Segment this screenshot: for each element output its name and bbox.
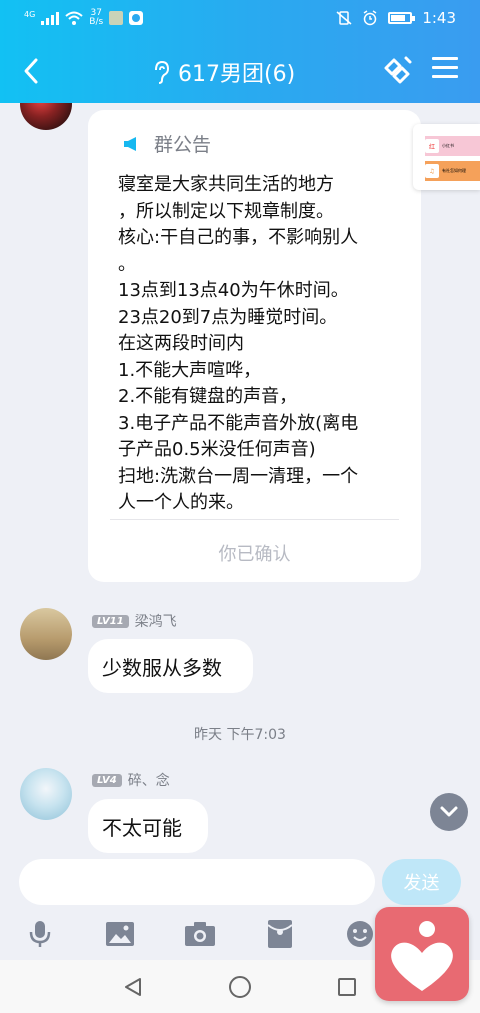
avatar[interactable] [20,608,72,660]
status-left: 4G 37 B/s [24,9,144,27]
input-bar: 发送 [0,855,480,910]
red-packet-icon[interactable] [260,916,300,952]
message-input[interactable] [19,859,375,905]
heart-person-icon [391,921,453,991]
wifi-icon [65,11,83,25]
notification-app-icon [109,11,124,25]
announcement-body: 寝室是大家共同生活的地方 ，所以制定以下规章制度。 核心:干自己的事，不影响别人… [118,174,359,513]
scroll-to-bottom-button[interactable] [430,793,468,831]
avatar[interactable] [20,768,72,820]
announcement-header: 群公告 [122,130,211,157]
announcement-heading: 群公告 [154,134,212,156]
alarm-icon [363,10,377,26]
vibrate-icon [336,11,352,25]
side-card-item[interactable]: ♫ 有社怎如何理 [425,161,480,181]
microphone-icon[interactable] [20,916,60,952]
message-text: 少数服从多数 [102,655,222,680]
chat-area[interactable]: 群公告 寝室是大家共同生活的地方 ，所以制定以下规章制度。 核心:干自己的事，不… [0,103,480,855]
status-bar: 4G 37 B/s 1:43 [0,0,480,36]
avatar[interactable] [20,103,72,130]
side-card-item-label: 小红书 [442,143,454,148]
chevron-down-icon [440,806,458,817]
megaphone-icon [124,136,136,151]
music-note-icon: ♫ [425,164,439,178]
group-link-icon[interactable] [380,54,414,88]
network-label: 4G [24,9,36,19]
xiaohongshu-icon: 红 [425,139,439,153]
menu-icon[interactable] [432,57,458,81]
floating-assistant-button[interactable] [375,907,469,1001]
divider [110,519,399,520]
confirm-button[interactable]: 你已确认 [88,540,421,566]
message-bubble[interactable]: 少数服从多数 [88,639,253,693]
back-triangle-icon[interactable] [118,972,148,1002]
clock: 1:43 [422,9,456,27]
level-badge: LV11 [92,614,129,628]
sender-name: 梁鸿飞 [134,614,177,630]
recents-square-icon[interactable] [332,972,362,1002]
speed-unit: B/s [89,17,104,27]
send-button[interactable]: 发送 [382,859,461,905]
group-announcement-card[interactable]: 群公告 寝室是大家共同生活的地方 ，所以制定以下规章制度。 核心:干自己的事，不… [88,110,421,582]
sender-info: LV4 碎、念 [92,770,170,790]
app-bar: 617男团(6) [0,46,480,96]
header: 4G 37 B/s 1:43 617男团(6) [0,0,480,103]
group-title: 617男团(6) [178,62,296,87]
signal-icon [41,11,60,25]
message-timestamp: 昨天 下午7:03 [194,727,286,743]
chat-title[interactable]: 617男团(6) [152,56,295,88]
camera-icon[interactable] [180,916,220,952]
battery-icon [388,12,416,24]
home-circle-icon[interactable] [225,972,255,1002]
floating-side-card[interactable]: 红 小红书 ♫ 有社怎如何理 [413,124,480,190]
sender-name: 碎、念 [127,773,170,789]
back-arrow-icon[interactable] [18,54,46,88]
image-icon[interactable] [100,916,140,952]
network-speed: 37 B/s [89,9,103,27]
level-badge: LV4 [92,773,122,787]
qq-notification-icon [129,11,144,25]
status-right: 1:43 [336,9,456,27]
side-card-item[interactable]: 红 小红书 [425,136,480,156]
sender-info: LV11 梁鸿飞 [92,611,177,631]
ear-icon [155,60,170,84]
message-text: 不太可能 [102,815,182,840]
side-card-item-label: 有社怎如何理 [442,168,466,173]
emoji-icon[interactable] [340,916,380,952]
message-bubble[interactable]: 不太可能 [88,799,208,853]
